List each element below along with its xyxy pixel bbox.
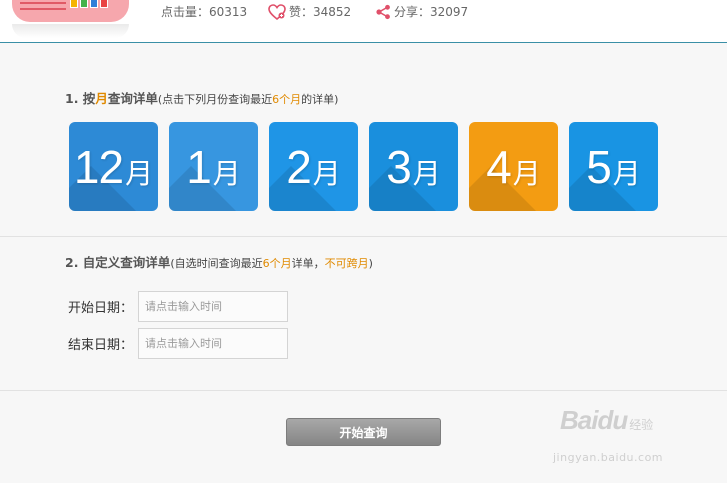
month-number: 1	[186, 140, 212, 193]
month-unit: 月	[312, 156, 341, 190]
month-tile-3[interactable]: 3月	[369, 122, 458, 211]
views-stat: 点击量： 60313	[161, 3, 247, 20]
logo-shadow	[12, 24, 129, 38]
section1-note-post: 的详单)	[301, 93, 339, 106]
month-number: 5	[586, 140, 612, 193]
month-tile-12[interactable]: 12 月	[69, 122, 158, 211]
likes-count: 34852	[313, 4, 352, 19]
section-divider	[0, 236, 727, 237]
month-number: 3	[386, 140, 412, 193]
section2-heading: 2. 自定义查询详单	[65, 255, 171, 270]
month-number: 2	[286, 140, 312, 193]
month-number: 4	[486, 140, 512, 193]
section1-note-highlight: 6个月	[272, 93, 302, 106]
section1-heading: 查询详单	[107, 91, 158, 106]
share-icon	[376, 4, 390, 19]
section2-note-warning: 不可跨月	[324, 257, 369, 270]
views-count: 60313	[209, 4, 248, 19]
watermark-url: jingyan.baidu.com	[553, 451, 664, 464]
month-tile-1[interactable]: 1月	[169, 122, 258, 211]
section2-title: 2. 自定义查询详单(自选时间查询最近6个月详单，不可跨月)	[65, 252, 373, 271]
heart-icon	[268, 3, 286, 20]
section2-note-highlight: 6个月	[262, 257, 292, 270]
section1-title: 1. 按月查询详单(点击下列月份查询最近6个月的详单)	[65, 88, 338, 107]
month-unit: 月	[512, 156, 541, 190]
month-unit: 月	[412, 156, 441, 190]
watermark-brand: Baidu	[560, 405, 628, 435]
start-date-label: 开始日期：	[68, 301, 134, 316]
month-tile-2[interactable]: 2月	[269, 122, 358, 211]
shares-count: 32097	[430, 4, 469, 19]
month-tile-row: 12 月 1月 2月 3月 4月 5月	[69, 122, 658, 211]
form-divider	[0, 390, 727, 391]
likes-stat[interactable]: 赞： 34852	[268, 3, 351, 20]
section2-note-mid: 详单，	[291, 257, 325, 270]
shares-label: 分享：	[394, 5, 431, 19]
shares-stat[interactable]: 分享： 32097	[375, 3, 468, 20]
month-unit: 月	[212, 156, 241, 190]
likes-label: 赞：	[289, 5, 314, 19]
end-date-input[interactable]	[138, 328, 288, 359]
app-logo	[12, 0, 129, 22]
month-tile-5[interactable]: 5月	[569, 122, 658, 211]
start-query-button[interactable]: 开始查询	[286, 418, 441, 446]
section2-note-pre: (自选时间查询最近	[170, 257, 263, 270]
section1-highlight: 月	[95, 91, 108, 106]
baidu-watermark: Baidu 经验	[560, 405, 653, 436]
views-label: 点击量：	[161, 5, 210, 19]
end-date-label: 结束日期：	[68, 338, 134, 353]
top-bar: 点击量： 60313 赞： 34852 分享： 32097	[0, 0, 727, 43]
section1-number: 1. 按	[65, 91, 96, 106]
month-unit: 月	[125, 156, 154, 190]
start-date-input[interactable]	[138, 291, 288, 322]
month-tile-4-selected[interactable]: 4月	[469, 122, 558, 211]
section1-note-pre: (点击下列月份查询最近	[157, 93, 273, 106]
section2-note-post: )	[368, 257, 373, 270]
month-unit: 月	[612, 156, 641, 190]
watermark-sub: 经验	[629, 418, 654, 432]
month-number: 12	[73, 140, 124, 193]
